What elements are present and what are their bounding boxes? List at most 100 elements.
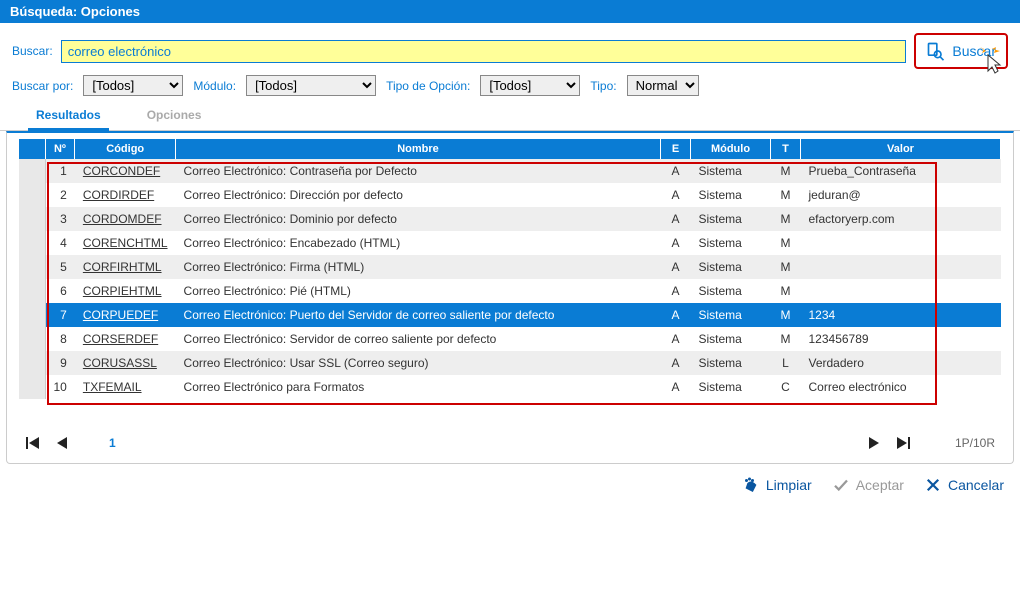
codigo-link[interactable]: CORPIEHTML <box>83 284 162 298</box>
table-row[interactable]: 6 CORPIEHTML Correo Electrónico: Pié (HTML… <box>19 279 1001 303</box>
row-selector[interactable] <box>19 231 45 255</box>
cell-modulo: Sistema <box>691 183 771 207</box>
cell-n: 6 <box>45 279 75 303</box>
col-nombre[interactable]: Nombre <box>176 139 661 159</box>
cell-nombre: Correo Electrónico: Contraseña por Defec… <box>176 159 661 183</box>
row-selector[interactable] <box>19 255 45 279</box>
cell-t: C <box>771 375 801 399</box>
codigo-link[interactable]: CORCONDEF <box>83 164 160 178</box>
cell-valor: efactoryerp.com <box>801 207 1001 231</box>
cell-codigo: CORPUEDEF <box>75 303 176 327</box>
cell-valor <box>801 255 1001 279</box>
cell-n: 3 <box>45 207 75 231</box>
tipo-select[interactable]: Normal <box>627 75 699 96</box>
last-page-icon[interactable] <box>895 435 911 451</box>
cell-nombre: Correo Electrónico: Dominio por defecto <box>176 207 661 231</box>
cell-modulo: Sistema <box>691 375 771 399</box>
row-selector[interactable] <box>19 303 45 327</box>
row-selector[interactable] <box>19 159 45 183</box>
codigo-link[interactable]: CORUSASSL <box>83 356 157 370</box>
table-row[interactable]: 1 CORCONDEF Correo Electrónico: Contraseña… <box>19 159 1001 183</box>
table-row[interactable]: 8 CORSERDEF Correo Electrónico: Servidor d… <box>19 327 1001 351</box>
aceptar-button[interactable]: Aceptar <box>832 476 904 494</box>
codigo-link[interactable]: CORSERDEF <box>83 332 158 346</box>
cell-e: A <box>661 327 691 351</box>
cell-e: A <box>661 303 691 327</box>
col-n[interactable]: Nº <box>45 139 75 159</box>
cell-codigo: CORUSASSL <box>75 351 176 375</box>
cell-e: A <box>661 231 691 255</box>
cell-codigo: CORDOMDEF <box>75 207 176 231</box>
cell-t: L <box>771 351 801 375</box>
table-row[interactable]: 10 TXFEMAIL Correo Electrónico para Format… <box>19 375 1001 399</box>
cell-t: M <box>771 303 801 327</box>
cell-e: A <box>661 279 691 303</box>
codigo-link[interactable]: CORPUEDEF <box>83 308 158 322</box>
col-e[interactable]: E <box>661 139 691 159</box>
cell-nombre: Correo Electrónico para Formatos <box>176 375 661 399</box>
search-input[interactable] <box>61 40 907 63</box>
cell-n: 2 <box>45 183 75 207</box>
col-t[interactable]: T <box>771 139 801 159</box>
table-row[interactable]: 7CORPUEDEFCorreo Electrónico: Puerto del… <box>19 303 1001 327</box>
codigo-link[interactable]: CORDOMDEF <box>83 212 162 226</box>
cancelar-button[interactable]: Cancelar <box>924 476 1004 494</box>
col-valor[interactable]: Valor <box>801 139 1001 159</box>
row-selector[interactable] <box>19 375 45 399</box>
table-row[interactable]: 4CORENCHTMLCorreo Electrónico: Encabezad… <box>19 231 1001 255</box>
row-selector[interactable] <box>19 207 45 231</box>
table-row[interactable]: 9 CORUSASSL Correo Electrónico: Usar SSL (… <box>19 351 1001 375</box>
cell-n: 1 <box>45 159 75 183</box>
search-label: Buscar: <box>12 44 53 58</box>
cell-e: A <box>661 255 691 279</box>
cell-nombre: Correo Electrónico: Encabezado (HTML) <box>176 231 661 255</box>
cell-valor: 1234 <box>801 303 1001 327</box>
cell-valor: Verdadero <box>801 351 1001 375</box>
prev-page-icon[interactable] <box>55 435 71 451</box>
tipo-opcion-label: Tipo de Opción: <box>386 79 470 93</box>
cell-codigo: TXFEMAIL <box>75 375 176 399</box>
codigo-link[interactable]: CORFIRHTML <box>83 260 162 274</box>
tab-opciones[interactable]: Opciones <box>139 104 210 130</box>
cell-e: A <box>661 351 691 375</box>
table-row[interactable]: 2CORDIRDEFCorreo Electrónico: Dirección … <box>19 183 1001 207</box>
table-row[interactable]: 3 CORDOMDEF Correo Electrónico: Dominio po… <box>19 207 1001 231</box>
col-codigo[interactable]: Código <box>75 139 176 159</box>
codigo-link[interactable]: CORENCHTML <box>83 236 168 250</box>
cell-codigo: CORPIEHTML <box>75 279 176 303</box>
next-page-icon[interactable] <box>865 435 881 451</box>
codigo-link[interactable]: TXFEMAIL <box>83 380 142 394</box>
table-row[interactable]: 5CORFIRHTMLCorreo Electrónico: Firma (HT… <box>19 255 1001 279</box>
cell-n: 9 <box>45 351 75 375</box>
cell-nombre: Correo Electrónico: Pié (HTML) <box>176 279 661 303</box>
tipo-opcion-select[interactable]: [Todos] <box>480 75 580 96</box>
cell-n: 7 <box>45 303 75 327</box>
cell-nombre: Correo Electrónico: Servidor de correo s… <box>176 327 661 351</box>
modulo-select[interactable]: [Todos] <box>246 75 376 96</box>
buscar-por-select[interactable]: [Todos] <box>83 75 183 96</box>
tab-resultados[interactable]: Resultados <box>28 104 109 131</box>
modulo-label: Módulo: <box>193 79 236 93</box>
cell-modulo: Sistema <box>691 327 771 351</box>
cell-t: M <box>771 207 801 231</box>
brush-icon <box>742 476 760 494</box>
cell-n: 8 <box>45 327 75 351</box>
check-icon <box>832 476 850 494</box>
row-selector[interactable] <box>19 351 45 375</box>
row-selector[interactable] <box>19 183 45 207</box>
col-modulo[interactable]: Módulo <box>691 139 771 159</box>
cell-t: M <box>771 159 801 183</box>
cell-n: 10 <box>45 375 75 399</box>
cell-n: 5 <box>45 255 75 279</box>
first-page-icon[interactable] <box>25 435 41 451</box>
cell-codigo: CORSERDEF <box>75 327 176 351</box>
limpiar-button[interactable]: Limpiar <box>742 476 812 494</box>
cell-nombre: Correo Electrónico: Usar SSL (Correo seg… <box>176 351 661 375</box>
codigo-link[interactable]: CORDIRDEF <box>83 188 154 202</box>
row-selector[interactable] <box>19 327 45 351</box>
page-number: 1 <box>85 436 140 450</box>
row-selector[interactable] <box>19 279 45 303</box>
cell-modulo: Sistema <box>691 279 771 303</box>
cell-e: A <box>661 159 691 183</box>
cell-codigo: CORENCHTML <box>75 231 176 255</box>
